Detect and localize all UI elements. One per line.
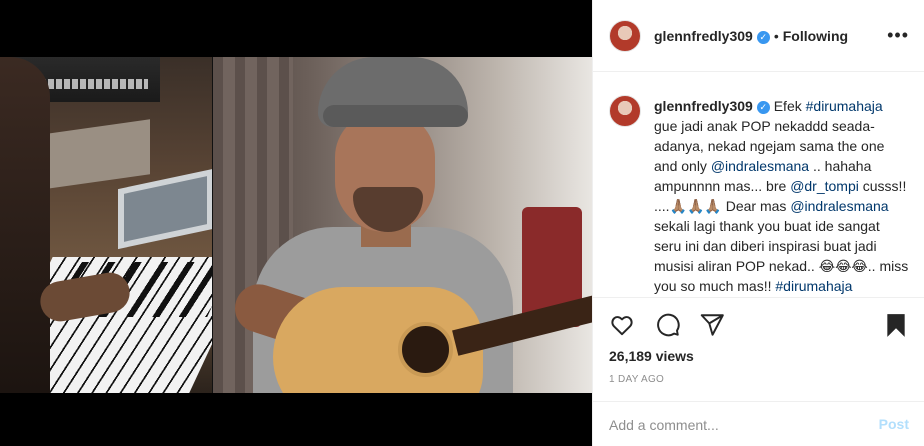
caption-text-segment: Efek xyxy=(769,98,806,114)
caption-username[interactable]: glennfredly309 xyxy=(654,98,753,114)
video-pane-keyboardist xyxy=(0,57,212,393)
post-timestamp[interactable]: 1 DAY AGO xyxy=(609,374,664,385)
action-bar: 26,189 views 1 DAY AGO xyxy=(593,297,924,397)
post-header: glennfredly309 ✓ • Following ••• xyxy=(593,0,924,72)
mixer xyxy=(40,119,150,190)
following-button[interactable]: Following xyxy=(783,28,848,44)
more-options-icon[interactable]: ••• xyxy=(887,26,909,44)
mention-link[interactable]: @indralesmana xyxy=(711,158,809,174)
heart-icon[interactable] xyxy=(609,312,635,338)
hashtag-link[interactable]: #dirumahaja xyxy=(806,98,883,114)
keyboardist xyxy=(0,57,50,393)
view-count[interactable]: 26,189 views xyxy=(609,348,694,364)
avatar[interactable] xyxy=(609,20,641,52)
verified-badge-icon: ✓ xyxy=(756,30,770,44)
guitar-soundhole xyxy=(398,322,453,377)
video-player[interactable] xyxy=(0,57,592,393)
hashtag-link[interactable]: #dirumahaja xyxy=(775,278,852,294)
mention-link[interactable]: @dr_tompi xyxy=(790,178,859,194)
post-media[interactable] xyxy=(0,0,592,446)
post-panel: glennfredly309 ✓ • Following ••• glennfredl… xyxy=(592,0,924,446)
caption-verified-badge-icon: ✓ xyxy=(756,100,770,114)
mention-link[interactable]: @indralesmana xyxy=(790,198,888,214)
separator-dot: • xyxy=(773,28,779,44)
video-pane-guitarist xyxy=(213,57,592,393)
caption-avatar[interactable] xyxy=(609,95,641,127)
header-username[interactable]: glennfredly309 xyxy=(654,28,753,44)
caption: glennfredly309 ✓ Efek #dirumahaja gue jad… xyxy=(654,96,909,296)
comment-box: Post xyxy=(593,401,924,446)
bookmark-icon[interactable] xyxy=(883,312,909,338)
caption-body: Efek #dirumahaja gue jadi anak POP nekad… xyxy=(654,98,908,294)
laptop xyxy=(118,168,212,250)
header-user-row: glennfredly309 ✓ • Following xyxy=(654,28,848,44)
caption-area: glennfredly309 ✓ Efek #dirumahaja gue jad… xyxy=(593,73,924,297)
comment-icon[interactable] xyxy=(655,312,681,338)
comment-input[interactable] xyxy=(609,414,859,436)
flat-cap xyxy=(318,57,468,127)
share-icon[interactable] xyxy=(699,312,725,338)
post-comment-button[interactable]: Post xyxy=(879,416,909,432)
